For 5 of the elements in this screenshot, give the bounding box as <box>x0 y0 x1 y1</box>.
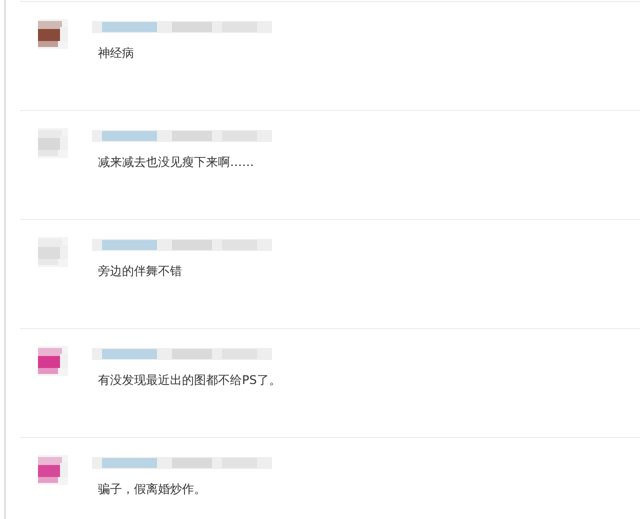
comment-text: 旁边的伴舞不错 <box>97 263 183 280</box>
comment-text: 有没发现最近出的图都不给PS了。 <box>97 372 281 389</box>
comment-text: 减来减去也没见瘦下来啊…… <box>97 154 255 171</box>
comment-text: 神经病 <box>97 45 135 62</box>
comment-text: 骗子，假离婚炒作。 <box>97 481 207 498</box>
